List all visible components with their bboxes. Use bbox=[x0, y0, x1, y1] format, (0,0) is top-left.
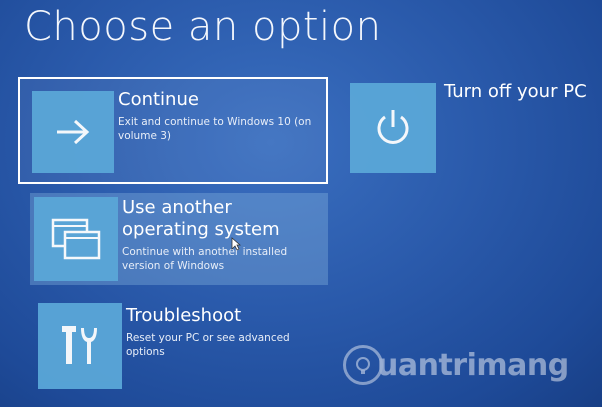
continue-icon-tile bbox=[32, 91, 114, 173]
windows-stack-icon bbox=[51, 218, 101, 260]
continue-label: Continue bbox=[118, 89, 199, 110]
use-another-os-description: Continue with another installed version … bbox=[122, 246, 288, 272]
continue-description: Exit and continue to Windows 10 (on volu… bbox=[118, 116, 312, 142]
troubleshoot-option[interactable]: Troubleshoot Reset your PC or see advanc… bbox=[38, 303, 328, 391]
watermark-text: uantrimang bbox=[377, 347, 569, 383]
use-another-os-option[interactable]: Use another operating system Continue wi… bbox=[30, 193, 328, 285]
use-another-os-label: Use another operating system bbox=[122, 197, 280, 240]
page-title: Choose an option bbox=[24, 4, 382, 50]
watermark: uantrimang bbox=[343, 345, 569, 385]
tools-icon bbox=[62, 326, 97, 364]
turn-off-label: Turn off your PC bbox=[444, 81, 587, 102]
troubleshoot-icon-tile bbox=[38, 303, 122, 389]
mouse-cursor-icon bbox=[231, 237, 241, 251]
turn-off-icon-tile bbox=[350, 83, 436, 173]
troubleshoot-label: Troubleshoot bbox=[126, 305, 242, 326]
power-icon bbox=[377, 110, 409, 144]
troubleshoot-description: Reset your PC or see advanced options bbox=[126, 332, 290, 358]
arrow-right-icon bbox=[57, 119, 90, 145]
turn-off-option[interactable]: Turn off your PC bbox=[350, 81, 595, 175]
os-icon-tile bbox=[34, 197, 118, 281]
continue-option[interactable]: Continue Exit and continue to Windows 10… bbox=[18, 77, 328, 184]
